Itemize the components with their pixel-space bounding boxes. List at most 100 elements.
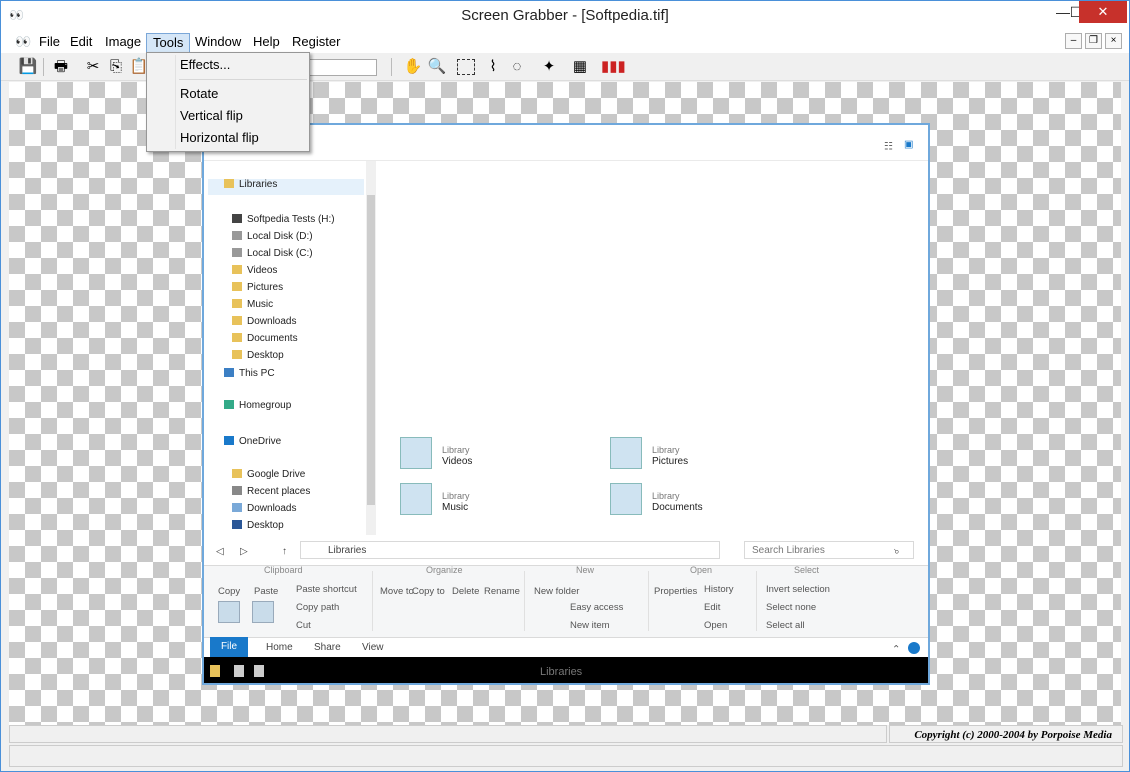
menu-edit[interactable]: Edit [64,33,98,53]
lasso-icon[interactable]: ⌇ [482,57,504,77]
copy-big-icon[interactable] [218,601,240,623]
nav-scroll-thumb[interactable] [367,195,375,505]
zoom-icon[interactable]: 🔍 [426,57,448,77]
group-open: Open [690,565,713,575]
copyright-text: Copyright (c) 2000-2004 by Porpoise Medi… [914,729,1112,741]
ribbon-history[interactable]: History [704,584,734,595]
menu-item-vertical-flip[interactable]: Vertical flip [180,106,306,126]
menu-file[interactable]: File [33,33,66,53]
save-icon[interactable]: 💾 [17,57,39,77]
ribbon-copy-path[interactable]: Copy path [296,602,339,613]
ribbon-paste-shortcut[interactable]: Paste shortcut [296,584,357,595]
explorer-title: Libraries [540,666,583,678]
nav-item[interactable]: Videos [232,265,277,276]
ribbon-separator [756,571,757,631]
menu-item-horizontal-flip[interactable]: Horizontal flip [180,128,306,148]
music-library-icon[interactable] [400,483,432,515]
print-icon[interactable]: 🖶 [50,57,72,77]
zoom-input[interactable] [301,59,377,76]
nav-item[interactable]: Downloads [232,316,296,327]
ribbon-delete[interactable]: Delete [452,586,479,597]
ribbon-easy-access[interactable]: Easy access [570,602,623,613]
menu-bar: 👀 File Edit Image Tools Window Help Regi… [1,31,1129,53]
nav-item[interactable]: Documents [232,333,298,344]
toolbar-separator [391,58,392,76]
library-item[interactable]: Library Videos [442,445,472,467]
tools-dropdown-menu: Effects... Rotate Vertical flip Horizont… [146,52,310,152]
nav-item[interactable]: Pictures [232,282,283,293]
menu-item-effects[interactable]: Effects... [180,55,306,75]
ribbon-edit[interactable]: Edit [704,602,720,613]
search-icon[interactable]: ⌕ [894,546,900,557]
ellipse-select-icon[interactable]: ◌ [506,57,528,77]
back-icon[interactable]: ◁ [216,546,224,557]
nav-item[interactable]: Recent places [232,486,310,497]
nav-item[interactable]: Local Disk (C:) [232,248,313,259]
tab-view[interactable]: View [362,642,384,653]
ribbon-select-all[interactable]: Select all [766,620,805,631]
nav-item[interactable]: Homegroup [224,400,291,411]
ribbon-expand-icon[interactable]: ⌄ [892,642,900,653]
nav-item[interactable]: Desktop [232,520,284,531]
tab-file[interactable]: File [210,637,248,657]
group-organize: Organize [426,565,463,575]
ribbon-new-folder[interactable]: New folder [534,586,579,597]
library-item[interactable]: Library Documents [652,491,703,513]
ribbon-open[interactable]: Open [704,620,727,631]
address-text: Libraries [328,545,367,556]
menu-help[interactable]: Help [247,33,286,53]
details-view-icon[interactable]: ☷ [884,139,893,150]
menu-tools[interactable]: Tools [146,33,191,53]
magic-wand-icon[interactable]: ✦ [538,57,560,77]
videos-library-icon[interactable] [400,437,432,469]
mdi-minimize-button[interactable]: – [1065,33,1082,49]
help-icon[interactable] [908,642,920,654]
ribbon-move-to[interactable]: Move to [380,586,414,597]
ribbon-select-none[interactable]: Select none [766,602,816,613]
nav-item[interactable]: Downloads [232,503,296,514]
cut-icon[interactable]: ✂ [82,57,104,77]
ribbon-copy-to[interactable]: Copy to [412,586,445,597]
ribbon-separator [372,571,373,631]
group-select: Select [794,565,820,575]
nav-item-selected[interactable]: Libraries [208,179,364,195]
pictures-library-icon[interactable] [610,437,642,469]
nav-item[interactable]: Google Drive [232,469,305,480]
mdi-close-button[interactable]: × [1105,33,1122,49]
ribbon-rename[interactable]: Rename [484,586,520,597]
ribbon-cut[interactable]: Cut [296,620,311,631]
filter-icon[interactable]: ▦ [569,57,591,77]
library-item[interactable]: Library Pictures [652,445,688,467]
library-item[interactable]: Library Music [442,491,470,513]
menu-image[interactable]: Image [99,33,147,53]
nav-item[interactable]: Softpedia Tests (H:) [232,214,335,225]
menu-register[interactable]: Register [286,33,346,53]
forward-icon[interactable]: ▷ [240,546,248,557]
status-field [9,725,887,743]
menu-window[interactable]: Window [189,33,247,53]
image-canvas[interactable]: Libraries File Home Share View ⌄ Copy Pa… [9,82,1121,725]
rect-select-icon[interactable] [457,59,475,75]
menu-item-rotate[interactable]: Rotate [180,84,306,104]
up-icon[interactable]: ↑ [282,546,287,557]
tab-home[interactable]: Home [266,642,293,653]
colors-icon[interactable]: ▮▮▮ [601,57,626,77]
copy-icon[interactable]: ⎘ [105,57,127,77]
image-content[interactable]: Libraries File Home Share View ⌄ Copy Pa… [202,123,930,685]
close-button[interactable]: ✕ [1079,1,1127,23]
mdi-restore-button[interactable]: ❐ [1085,33,1102,49]
tiles-view-icon[interactable]: ▣ [904,139,913,150]
tab-share[interactable]: Share [314,642,341,653]
nav-item[interactable]: OneDrive [224,436,281,447]
nav-item[interactable]: Music [232,299,273,310]
nav-item[interactable]: Local Disk (D:) [232,231,313,242]
ribbon-properties[interactable]: Properties [654,586,697,597]
nav-item[interactable]: Desktop [232,350,284,361]
ribbon-invert-selection[interactable]: Invert selection [766,584,830,595]
documents-library-icon[interactable] [610,483,642,515]
nav-item[interactable]: This PC [224,368,275,379]
hand-icon[interactable]: ✋ [402,57,424,77]
window-title: Screen Grabber - [Softpedia.tif] [461,7,669,24]
paste-big-icon[interactable] [252,601,274,623]
ribbon-new-item[interactable]: New item [570,620,610,631]
